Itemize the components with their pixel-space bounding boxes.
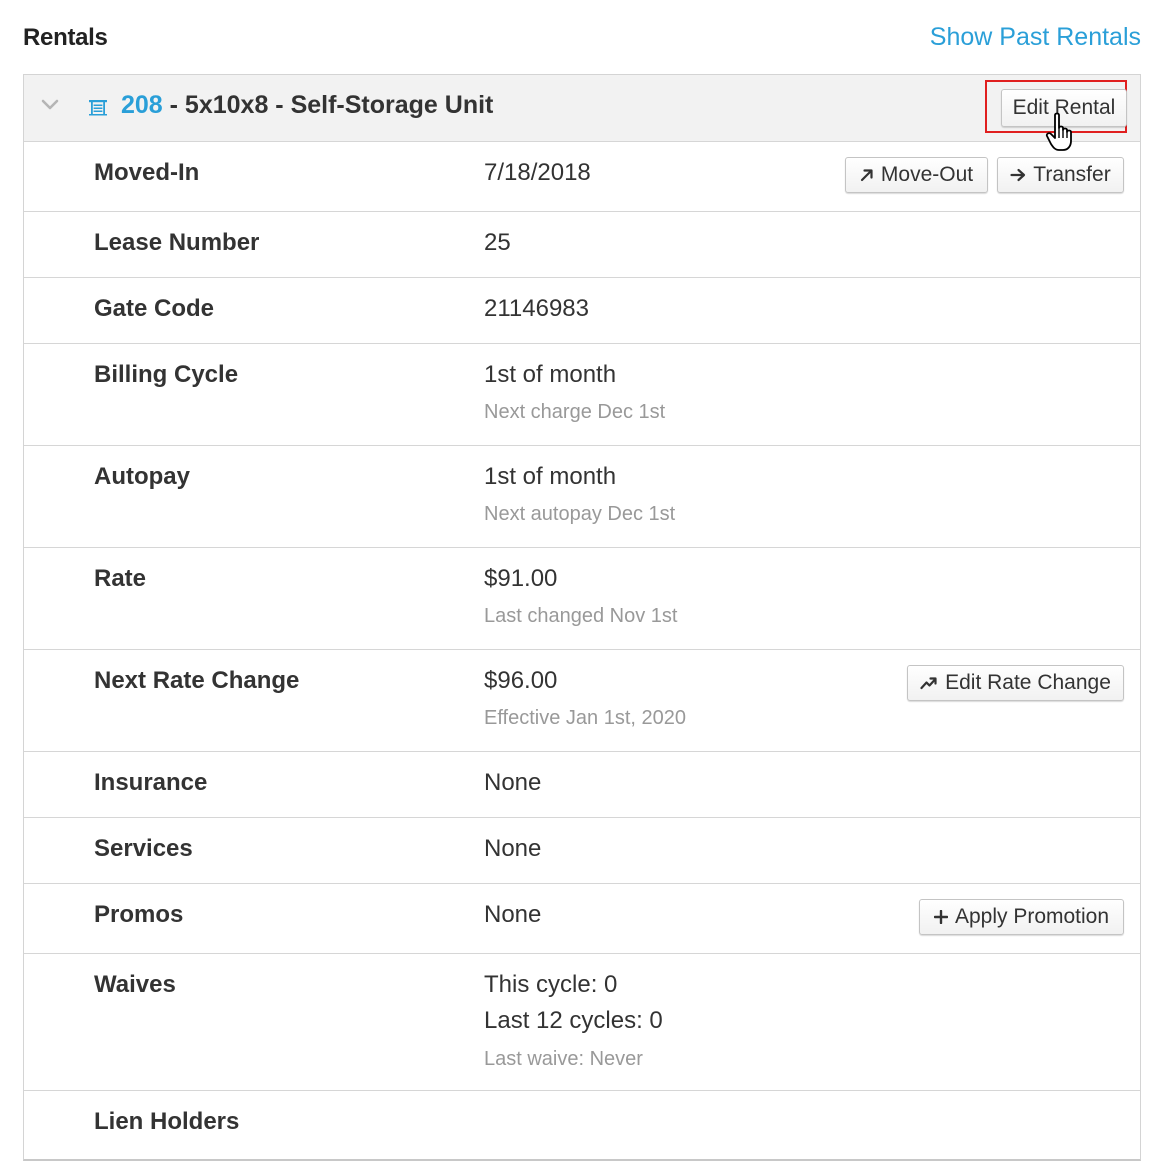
- row-subtext: Last changed Nov 1st: [484, 605, 678, 627]
- arrow-right-icon: [1010, 168, 1026, 182]
- section-title: Rentals: [23, 24, 108, 51]
- row-gate-code: Gate Code 21146983: [24, 278, 1140, 344]
- row-subtext: Next charge Dec 1st: [484, 401, 666, 423]
- row-value: 21146983: [484, 295, 589, 322]
- rental-panel-header: 208 - 5x10x8 - Self-Storage Unit Edit Re…: [24, 75, 1140, 151]
- row-label: Waives: [94, 971, 176, 998]
- row-subtext: Effective Jan 1st, 2020: [484, 707, 686, 729]
- transfer-button[interactable]: Transfer: [997, 157, 1124, 193]
- row-value: $96.00: [484, 667, 558, 694]
- unit-number-link[interactable]: 208: [121, 91, 163, 119]
- row-label: Insurance: [94, 769, 208, 796]
- row-lease-number: Lease Number 25: [24, 212, 1140, 278]
- plus-icon: [933, 910, 948, 924]
- rental-panel: 208 - 5x10x8 - Self-Storage Unit Edit Re…: [23, 74, 1141, 1161]
- row-label: Lien Holders: [94, 1108, 240, 1135]
- trend-up-icon: [920, 677, 937, 690]
- row-value-secondary: Last 12 cycles: 0: [484, 1007, 663, 1034]
- row-rate: Rate $91.00 Last changed Nov 1st: [24, 548, 1140, 650]
- unit-title: 208 - 5x10x8 - Self-Storage Unit: [121, 91, 493, 120]
- row-promos: Promos None Apply Promotion: [24, 884, 1140, 954]
- row-value: None: [484, 769, 542, 796]
- chevron-down-icon[interactable]: [40, 95, 60, 115]
- row-services: Services None: [24, 818, 1140, 884]
- row-label: Autopay: [94, 463, 190, 490]
- row-subtext: Next autopay Dec 1st: [484, 503, 676, 525]
- row-value: 25: [484, 229, 511, 256]
- row-label: Promos: [94, 901, 184, 928]
- arrow-up-right-icon: [860, 169, 873, 182]
- show-past-rentals-link[interactable]: Show Past Rentals: [930, 23, 1141, 52]
- row-value: $91.00: [484, 565, 558, 592]
- apply-promotion-label: Apply Promotion: [954, 905, 1110, 928]
- rentals-header: Rentals Show Past Rentals: [23, 22, 1141, 54]
- row-value: None: [484, 901, 542, 928]
- row-label: Moved-In: [94, 159, 200, 186]
- row-autopay: Autopay 1st of month Next autopay Dec 1s…: [24, 446, 1140, 548]
- row-next-rate-change: Next Rate Change $96.00 Effective Jan 1s…: [24, 650, 1140, 752]
- row-lien-holders: Lien Holders: [24, 1091, 1140, 1157]
- row-value: None: [484, 835, 542, 862]
- row-moved-in: Moved-In 7/18/2018 Move-Out Transfer: [24, 142, 1140, 212]
- move-out-label: Move-Out: [880, 163, 974, 186]
- row-value: 1st of month: [484, 361, 617, 388]
- transfer-label: Transfer: [1033, 163, 1111, 186]
- row-label: Lease Number: [94, 229, 260, 256]
- row-value: 1st of month: [484, 463, 617, 490]
- storage-unit-icon: [89, 100, 107, 116]
- row-insurance: Insurance None: [24, 752, 1140, 818]
- edit-rental-button[interactable]: Edit Rental: [1001, 89, 1127, 127]
- row-label: Rate: [94, 565, 147, 592]
- apply-promotion-button[interactable]: Apply Promotion: [919, 899, 1124, 935]
- edit-rate-change-button[interactable]: Edit Rate Change: [907, 665, 1124, 701]
- row-label: Services: [94, 835, 193, 862]
- move-out-button[interactable]: Move-Out: [845, 157, 988, 193]
- edit-rental-label: Edit Rental: [1012, 96, 1116, 119]
- row-waives: Waives This cycle: 0 Last 12 cycles: 0 L…: [24, 954, 1140, 1091]
- row-value: 7/18/2018: [484, 159, 591, 186]
- row-label: Billing Cycle: [94, 361, 239, 388]
- row-subtext: Last waive: Never: [484, 1048, 643, 1070]
- row-value: This cycle: 0: [484, 971, 618, 998]
- edit-rate-change-label: Edit Rate Change: [945, 671, 1111, 694]
- row-label: Next Rate Change: [94, 667, 300, 694]
- row-billing-cycle: Billing Cycle 1st of month Next charge D…: [24, 344, 1140, 446]
- row-label: Gate Code: [94, 295, 215, 322]
- unit-description: - 5x10x8 - Self-Storage Unit: [162, 91, 494, 119]
